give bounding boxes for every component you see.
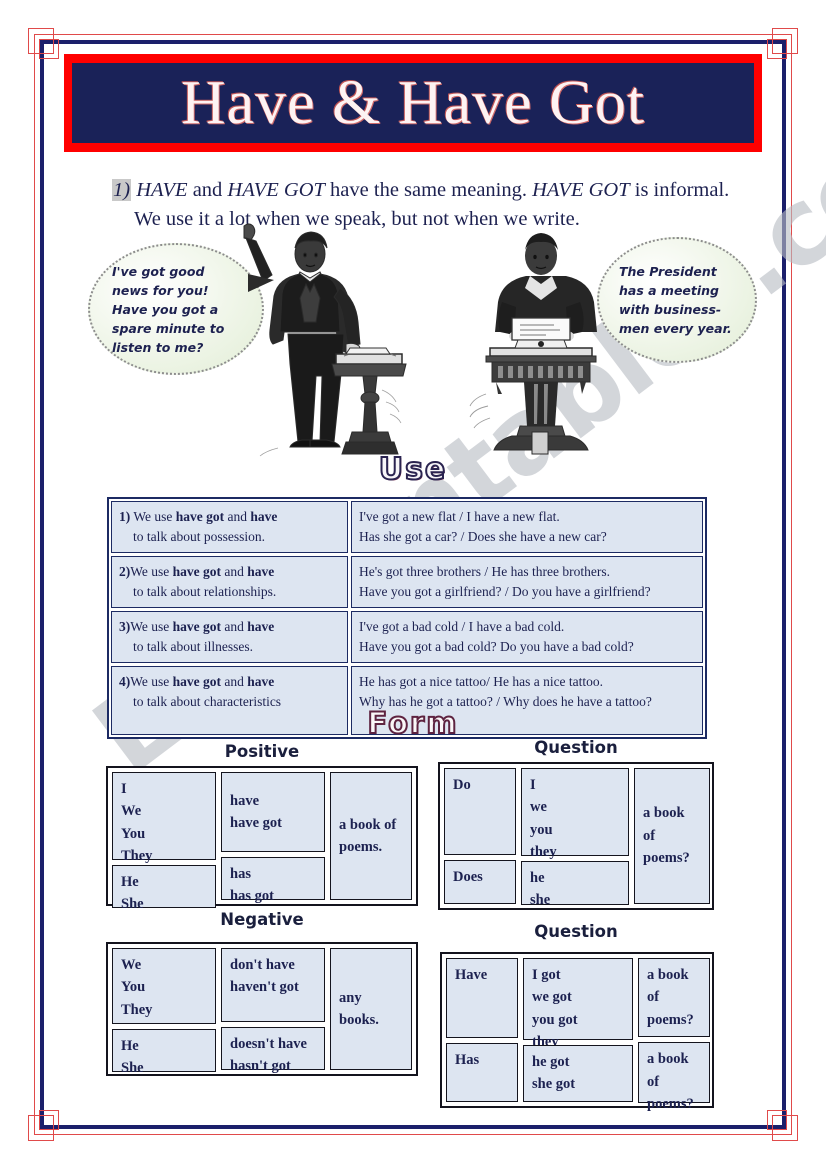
use-rule-bold-have: have xyxy=(250,509,278,524)
speech-bubble-tail-left xyxy=(248,274,274,292)
use-rule-cell: 2)We use have got and have to talk about … xyxy=(111,556,348,609)
question-2-subject-column: I got we got you got they he got she got xyxy=(523,958,633,1102)
question-1-subject-column: I we you they he she xyxy=(521,768,629,908)
speech-bubble-left: I've got good news for you! Have you got… xyxy=(88,243,264,375)
question-2-aux-plural: Have xyxy=(446,958,518,1038)
positive-verb-plural: have have got xyxy=(221,772,325,852)
use-rule-number: 3) xyxy=(119,619,131,635)
use-table: 1) We use have got and have to talk about… xyxy=(107,497,707,739)
positive-verb-column: have have got has has got xyxy=(221,772,325,904)
question-1-subject-plural: I we you they xyxy=(521,768,629,860)
use-table-row: 1) We use have got and have to talk about… xyxy=(111,501,703,554)
question-1-aux-singular: Does xyxy=(444,860,516,904)
negative-subject-singular: He She xyxy=(112,1029,216,1076)
negative-subject-column: We You They He She xyxy=(112,948,216,1076)
question-2-object-plural: a book of poems? xyxy=(638,958,710,1038)
use-rule-mid: and xyxy=(221,619,248,635)
use-rule-number: 2) xyxy=(119,564,131,580)
use-table-row: 3)We use have got and have to talk about … xyxy=(111,611,703,664)
positive-subject-singular: He She xyxy=(112,865,216,912)
question-2-subject-singular: he got she got xyxy=(523,1045,633,1102)
use-rule-bold-have: have xyxy=(247,674,275,690)
question-1-object: a book of poems? xyxy=(634,768,710,904)
use-rule-cell: 3)We use have got and have to talk about … xyxy=(111,611,348,664)
intro-mid-2: have the same meaning. xyxy=(324,179,533,201)
page-title: Have & Have Got xyxy=(180,69,646,137)
lectern-man-illustration xyxy=(469,233,597,455)
use-rule-line2: to talk about relationships. xyxy=(133,583,277,599)
negative-object-column: any books. xyxy=(330,948,412,1070)
question-2-aux-column: Have Has xyxy=(446,958,518,1102)
question-2-object-column: a book of poems? a book of poems? xyxy=(638,958,710,1112)
intro-mid-1: and xyxy=(187,179,228,201)
speech-bubble-right-text: The President has a meeting with busines… xyxy=(619,264,732,336)
use-rule-pre: We use xyxy=(130,674,173,690)
speech-bubble-left-text: I've got good news for you! Have you got… xyxy=(112,263,225,355)
negative-form-table: We You They He She don't have haven't go… xyxy=(106,942,418,1076)
use-rule-cell: 1) We use have got and have to talk about… xyxy=(111,501,348,554)
use-rule-pre: We use xyxy=(130,509,176,524)
question-2-subject-plural: I got we got you got they xyxy=(523,958,633,1050)
use-rule-pre: We use xyxy=(130,619,173,635)
question-form-table-1: Do Does I we you they he she a book of p… xyxy=(438,762,714,910)
title-banner: Have & Have Got xyxy=(64,54,762,152)
intro-number: 1) xyxy=(112,179,132,201)
use-rule-bold-have: have xyxy=(247,619,275,635)
negative-verb-plural: don't have haven't got xyxy=(221,948,325,1022)
subheading-question-2: Question xyxy=(534,922,618,941)
positive-object-column: a book of poems. xyxy=(330,772,412,900)
positive-object: a book of poems. xyxy=(330,772,412,900)
positive-subject-column: I We You They He She xyxy=(112,772,216,912)
positive-subject-plural: I We You They xyxy=(112,772,216,864)
use-rule-number: 4) xyxy=(119,674,131,690)
speech-bubble-right: The President has a meeting with busines… xyxy=(597,237,757,363)
intro-emphasis-have-got-2: HAVE GOT xyxy=(532,179,630,201)
use-rule-number: 1) xyxy=(119,509,131,524)
positive-verb-singular: has has got xyxy=(221,857,325,904)
subheading-negative: Negative xyxy=(220,910,304,929)
negative-verb-column: don't have haven't got doesn't have hasn… xyxy=(221,948,325,1074)
question-2-aux-singular: Has xyxy=(446,1042,518,1102)
use-rule-pre: We use xyxy=(130,564,173,580)
negative-subject-plural: We You They xyxy=(112,948,216,1024)
subheading-positive: Positive xyxy=(224,742,300,761)
question-1-subject-singular: he she xyxy=(521,861,629,908)
question-1-aux-plural: Do xyxy=(444,768,516,856)
use-rule-bold-have-got: have got xyxy=(172,674,222,690)
negative-verb-singular: doesn't have hasn't got xyxy=(221,1027,325,1074)
intro-line-2: We use it a lot when we speak, but not w… xyxy=(134,208,580,231)
use-table-row: 2)We use have got and have to talk about … xyxy=(111,556,703,609)
intro-end: is informal. xyxy=(629,179,730,201)
use-rule-bold-have-got: have got xyxy=(172,619,222,635)
section-heading-use: Use xyxy=(378,451,448,488)
intro-emphasis-have: HAVE xyxy=(136,179,188,201)
speaker-man-illustration xyxy=(243,223,407,457)
subheading-question-1: Question xyxy=(534,738,618,757)
question-1-object-column: a book of poems? xyxy=(634,768,710,904)
use-example-cell: He's got three brothers / He has three b… xyxy=(351,556,703,609)
use-rule-bold-have-got: have got xyxy=(175,509,225,524)
use-rule-line2: to talk about possession. xyxy=(133,528,265,544)
intro-emphasis-have-got: HAVE GOT xyxy=(227,179,325,201)
use-rule-mid: and xyxy=(221,674,248,690)
section-heading-form: Form xyxy=(366,705,459,741)
use-rule-line2: to talk about illnesses. xyxy=(133,638,253,654)
title-banner-inner: Have & Have Got xyxy=(72,63,754,143)
question-2-object-singular: a book of poems? xyxy=(638,1042,710,1112)
intro-paragraph: 1) HAVE and HAVE GOT have the same meani… xyxy=(112,176,782,234)
use-rule-bold-have: have xyxy=(247,564,275,580)
use-rule-mid: and xyxy=(221,564,248,580)
positive-form-table: I We You They He She have have got has h… xyxy=(106,766,418,912)
use-rule-mid: and xyxy=(224,509,251,524)
negative-object: any books. xyxy=(330,948,412,1070)
use-example-cell: I've got a bad cold / I have a bad cold.… xyxy=(351,611,703,664)
question-form-table-2: Have Has I got we got you got they he go… xyxy=(440,952,714,1112)
use-rule-bold-have-got: have got xyxy=(172,564,222,580)
use-example-cell: I've got a new flat / I have a new flat.… xyxy=(351,501,703,554)
question-1-aux-column: Do Does xyxy=(444,768,516,904)
